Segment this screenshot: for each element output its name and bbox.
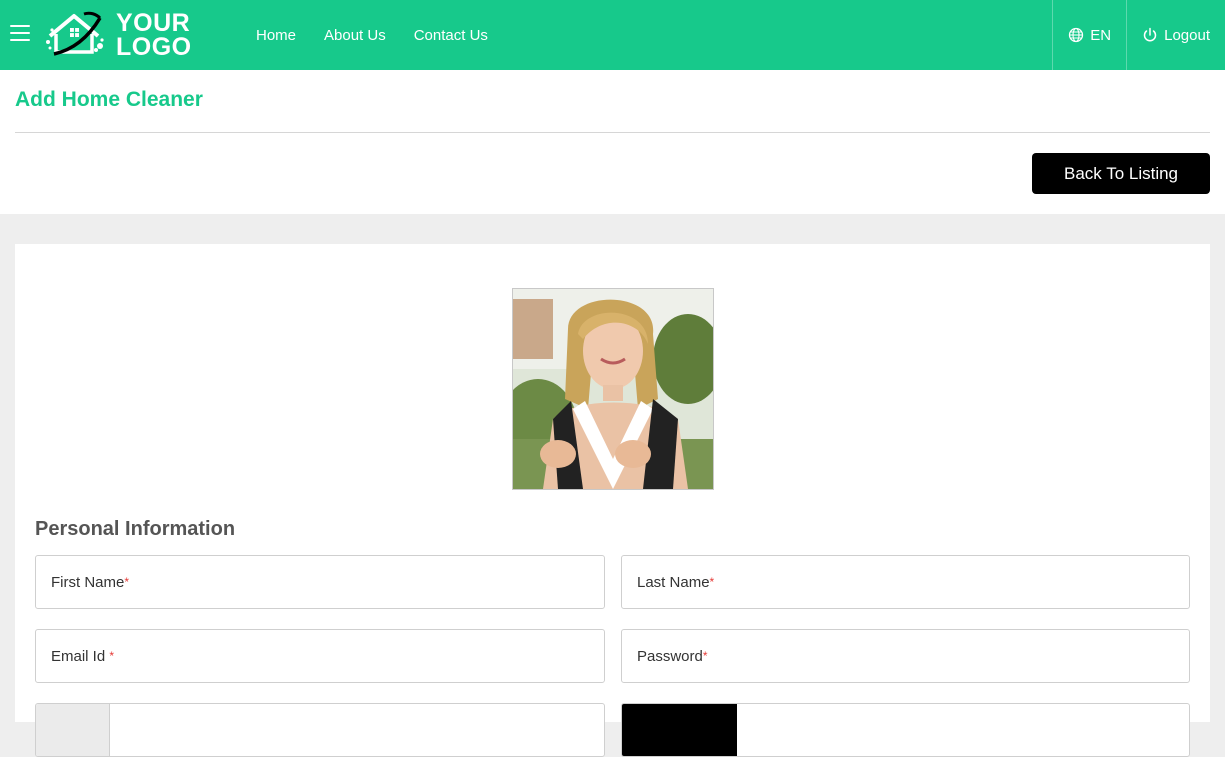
- logo-line1: YOUR: [116, 9, 191, 37]
- logout-label: Logout: [1164, 26, 1210, 44]
- profile-photo-image: [513, 289, 713, 489]
- file-upload-field[interactable]: [621, 703, 1190, 757]
- profile-photo[interactable]: [512, 288, 714, 490]
- top-navbar: YOUR LOGO Home About Us Contact Us EN Lo…: [0, 0, 1225, 70]
- back-to-listing-button[interactable]: Back To Listing: [1032, 153, 1210, 194]
- section-title-personal-information: Personal Information: [35, 518, 236, 540]
- first-name-field[interactable]: First Name *: [35, 555, 605, 609]
- password-field[interactable]: Password *: [621, 629, 1190, 683]
- title-divider: [15, 132, 1210, 133]
- page-title: Add Home Cleaner: [15, 88, 203, 111]
- logo[interactable]: YOUR LOGO: [44, 8, 192, 62]
- main-nav: Home About Us Contact Us: [256, 0, 488, 70]
- email-label: Email Id: [51, 647, 106, 665]
- nav-home[interactable]: Home: [256, 27, 296, 44]
- required-marker: *: [702, 649, 708, 663]
- required-marker: *: [109, 649, 115, 663]
- logo-line2: LOGO: [116, 33, 192, 61]
- email-field[interactable]: Email Id *: [35, 629, 605, 683]
- hamburger-menu-icon[interactable]: [10, 25, 30, 43]
- house-logo-icon: [46, 11, 104, 56]
- last-name-label: Last Name: [637, 573, 710, 591]
- logo-text: YOUR LOGO: [116, 9, 192, 61]
- file-upload-button[interactable]: [622, 704, 737, 756]
- language-label: EN: [1090, 26, 1112, 44]
- password-label: Password: [637, 647, 703, 665]
- required-marker: *: [124, 575, 130, 589]
- nav-about-us[interactable]: About Us: [324, 27, 386, 44]
- language-selector[interactable]: EN: [1052, 0, 1126, 70]
- required-marker: *: [709, 575, 715, 589]
- last-name-field[interactable]: Last Name *: [621, 555, 1190, 609]
- first-name-label: First Name: [51, 573, 125, 591]
- power-icon: [1143, 27, 1157, 42]
- nav-contact-us[interactable]: Contact Us: [414, 27, 488, 44]
- logout-button[interactable]: Logout: [1126, 0, 1225, 70]
- phone-country-code-select[interactable]: [36, 704, 110, 756]
- phone-field[interactable]: [35, 703, 605, 757]
- header-controls: EN Logout: [1052, 0, 1225, 70]
- globe-icon: [1069, 27, 1084, 43]
